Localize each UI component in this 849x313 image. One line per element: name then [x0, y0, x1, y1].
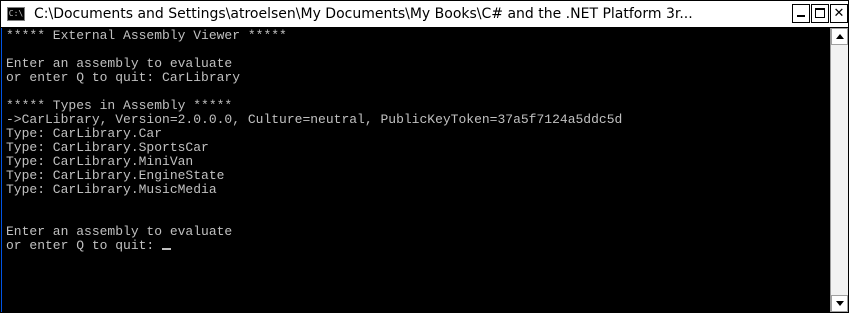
console-line: Type: CarLibrary.EngineState	[6, 168, 225, 183]
scroll-up-button[interactable]	[831, 28, 848, 45]
console-output[interactable]: ***** External Assembly Viewer ***** Ent…	[2, 28, 830, 312]
arrow-up-icon	[836, 34, 844, 39]
console-line: Type: CarLibrary.Car	[6, 126, 163, 141]
text-cursor	[162, 248, 172, 250]
console-icon[interactable]: C:\	[7, 7, 25, 21]
console-window: C:\ C:\Documents and Settings\atroelsen\…	[0, 0, 849, 313]
title-bar[interactable]: C:\ C:\Documents and Settings\atroelsen\…	[1, 1, 848, 28]
console-line: ***** External Assembly Viewer *****	[6, 28, 287, 43]
console-line: Enter an assembly to evaluate	[6, 56, 233, 71]
minimize-icon	[797, 15, 805, 17]
close-icon: ✕	[833, 6, 845, 21]
vertical-scrollbar[interactable]	[830, 28, 848, 312]
console-line: ->CarLibrary, Version=2.0.0.0, Culture=n…	[6, 112, 623, 127]
console-line: ***** Types in Assembly *****	[6, 98, 233, 113]
maximize-button[interactable]	[811, 4, 829, 23]
arrow-down-icon	[836, 301, 844, 306]
console-line: Enter an assembly to evaluate	[6, 224, 233, 239]
minimize-button[interactable]	[792, 4, 810, 23]
console-text: ***** External Assembly Viewer ***** Ent…	[6, 29, 622, 253]
console-line: Type: CarLibrary.SportsCar	[6, 140, 209, 155]
close-button[interactable]: ✕	[830, 4, 848, 23]
maximize-icon	[815, 8, 825, 18]
console-line: Type: CarLibrary.MusicMedia	[6, 182, 217, 197]
window-title: C:\Documents and Settings\atroelsen\My D…	[34, 6, 693, 22]
console-prompt: or enter Q to quit:	[6, 238, 163, 253]
console-line: or enter Q to quit: CarLibrary	[6, 70, 241, 85]
scroll-down-button[interactable]	[831, 295, 848, 312]
console-line: Type: CarLibrary.MiniVan	[6, 154, 194, 169]
